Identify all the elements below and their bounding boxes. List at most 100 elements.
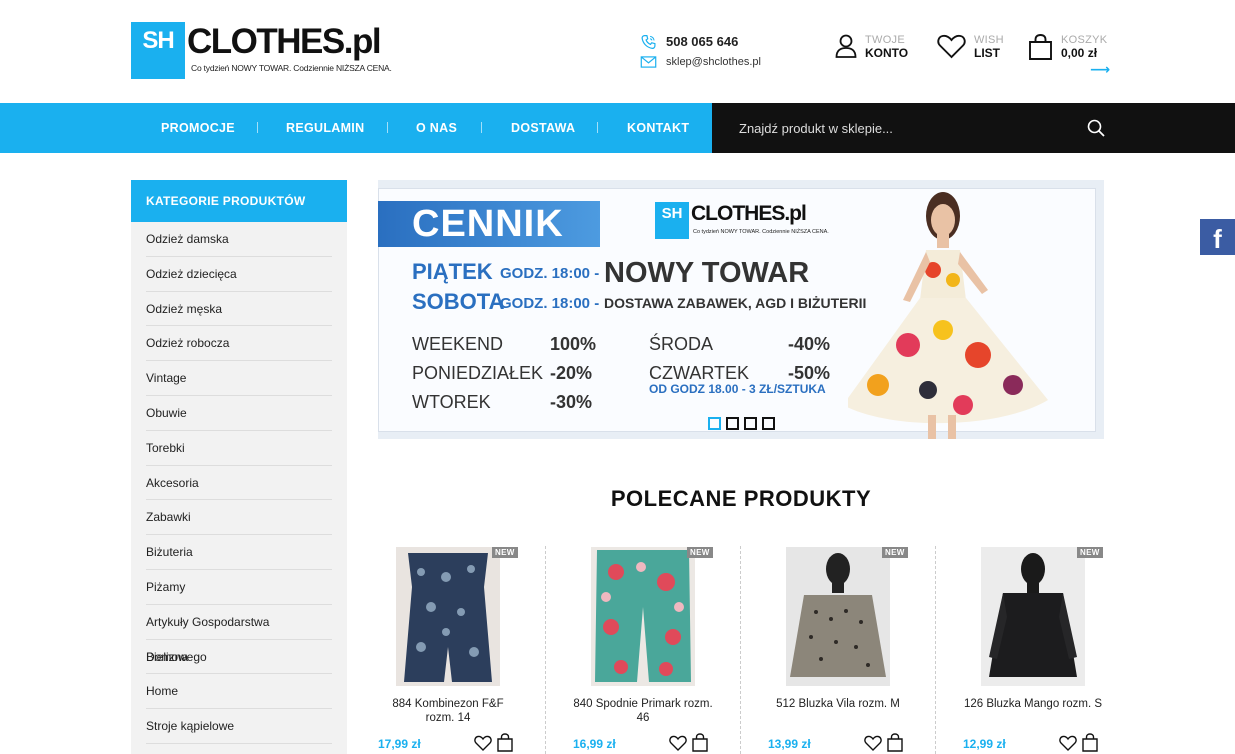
banner-day-friday: PIĄTEK <box>412 259 493 284</box>
nav-separator <box>481 122 482 133</box>
banner-delivery: DOSTAWA ZABAWEK, AGD I BIŻUTERII <box>604 295 867 311</box>
product-name[interactable]: 840 Spodnie Primark rozm. 46 <box>573 697 713 725</box>
mail-icon <box>640 55 657 68</box>
product-price: 16,99 zł <box>573 737 616 751</box>
sidebar-item-bielizna[interactable]: Bielizna <box>146 640 332 675</box>
account-label-small: TWOJE <box>865 34 905 46</box>
nav-separator <box>387 122 388 133</box>
site-header: SH CLOTHES.pl Co tydzień NOWY TOWAR. Cod… <box>0 0 1235 103</box>
arrow-right-icon[interactable]: ⟶ <box>1090 61 1110 78</box>
sidebar-item-odziez-robocza[interactable]: Odzież robocza <box>146 326 332 362</box>
contact-info: 508 065 646 sklep@shclothes.pl <box>640 32 761 72</box>
banner-weekend: WEEKEND <box>412 334 504 354</box>
sidebar-item-odziez-dziecieca[interactable]: Odzież dziecięca <box>146 257 332 292</box>
logo-tagline: Co tydzień NOWY TOWAR. Codziennie NIŻSZA… <box>191 63 392 73</box>
product-divider <box>935 546 936 754</box>
product-card[interactable]: NEW 126 Bluzka Mango rozm. S 12,99 zł <box>963 546 1139 754</box>
product-image[interactable] <box>786 547 890 686</box>
nav-separator <box>597 122 598 133</box>
banner-monday: PONIEDZIAŁEK <box>412 363 544 383</box>
search-icon[interactable] <box>1087 119 1105 137</box>
sidebar-item-bizuteria[interactable]: Biżuteria <box>146 535 332 570</box>
cart-total: 0,00 zł <box>1061 46 1098 60</box>
product-name[interactable]: 512 Bluzka Vila rozm. M <box>768 697 908 711</box>
wish-label-small: WISH <box>974 34 1004 46</box>
banner-tuesday-val: -30% <box>550 392 593 412</box>
product-image[interactable] <box>981 547 1085 686</box>
sidebar-item-zabawki[interactable]: Zabawki <box>146 500 332 536</box>
product-card[interactable]: NEW 884 Kombinezon F&F rozm. 14 17,99 zł <box>378 546 554 754</box>
site-logo[interactable]: SH CLOTHES.pl Co tydzień NOWY TOWAR. Cod… <box>131 22 392 79</box>
cart-icon[interactable] <box>1081 733 1099 752</box>
heart-icon <box>937 34 966 59</box>
banner-thursday-note: OD GODZ 18.00 - 3 ZŁ/SZTUKA <box>649 382 826 396</box>
cart-button[interactable]: KOSZYK 0,00 zł <box>1028 34 1107 61</box>
product-name[interactable]: 126 Bluzka Mango rozm. S <box>963 697 1103 711</box>
sidebar-item-akcesoria[interactable]: Akcesoria <box>146 466 332 501</box>
heart-icon[interactable] <box>474 734 492 752</box>
slider-dot-2[interactable] <box>726 417 739 430</box>
sidebar-title: KATEGORIE PRODUKTÓW <box>131 180 347 222</box>
slider-dot-4[interactable] <box>762 417 775 430</box>
heart-icon[interactable] <box>669 734 687 752</box>
slider-dot-3[interactable] <box>744 417 757 430</box>
product-divider <box>740 546 741 754</box>
nav-separator <box>257 122 258 133</box>
category-sidebar: KATEGORIE PRODUKTÓW Odzież damska Odzież… <box>131 180 347 754</box>
banner-logo-name: CLOTHES.pl <box>691 202 807 225</box>
nav-item-dostawa[interactable]: DOSTAWA <box>511 103 575 153</box>
facebook-icon[interactable]: f <box>1200 219 1235 255</box>
heart-icon[interactable] <box>1059 734 1077 752</box>
new-badge: NEW <box>1077 547 1103 558</box>
banner-wednesday: ŚRODA <box>649 334 714 354</box>
new-badge: NEW <box>492 547 518 558</box>
sidebar-item-stroje-kapielowe[interactable]: Stroje kąpielowe <box>146 709 332 744</box>
banner-new-goods: NOWY TOWAR <box>604 257 810 289</box>
sidebar-item-obuwie[interactable]: Obuwie <box>146 396 332 431</box>
email-address[interactable]: sklep@shclothes.pl <box>666 56 761 68</box>
promo-banner[interactable]: CENNIK SH CLOTHES.pl Co tydzień NOWY TOW… <box>378 180 1104 439</box>
shopping-bag-icon <box>1029 34 1052 60</box>
banner-tuesday: WTOREK <box>412 392 491 412</box>
logo-box: SH <box>131 22 185 79</box>
product-image[interactable] <box>591 547 695 686</box>
sidebar-item-odziez-damska[interactable]: Odzież damska <box>146 222 332 257</box>
sidebar-item-vintage[interactable]: Vintage <box>146 361 332 396</box>
cart-icon[interactable] <box>496 733 514 752</box>
cart-icon[interactable] <box>691 733 709 752</box>
search-bar <box>712 103 1235 153</box>
new-badge: NEW <box>882 547 908 558</box>
product-image[interactable] <box>396 547 500 686</box>
nav-item-kontakt[interactable]: KONTAKT <box>627 103 689 153</box>
account-label-big: KONTO <box>865 46 909 60</box>
sidebar-item-agd[interactable]: Artykuły Gospodarstwa Domowego <box>146 605 332 664</box>
sidebar-item-pizamy[interactable]: Piżamy <box>146 570 332 605</box>
product-divider <box>545 546 546 754</box>
main-nav: PROMOCJE REGULAMIN O NAS DOSTAWA KONTAKT <box>0 103 712 153</box>
banner-wednesday-val: -40% <box>788 334 831 354</box>
product-card[interactable]: NEW 840 Spodnie Primark rozm. 46 16,99 z… <box>573 546 749 754</box>
slider-dots <box>708 417 780 430</box>
sidebar-item-torebki[interactable]: Torebki <box>146 431 332 466</box>
product-card[interactable]: NEW 512 Bluzka Vila rozm. M 13,99 zł <box>768 546 944 754</box>
new-badge: NEW <box>687 547 713 558</box>
search-input[interactable] <box>739 103 1179 153</box>
account-button[interactable]: TWOJE KONTO <box>835 34 908 61</box>
slider-dot-1[interactable] <box>708 417 721 430</box>
product-price: 12,99 zł <box>963 737 1006 751</box>
sidebar-item-home[interactable]: Home <box>146 674 332 710</box>
nav-item-o-nas[interactable]: O NAS <box>416 103 457 153</box>
product-price: 13,99 zł <box>768 737 811 751</box>
phone-icon <box>641 34 656 49</box>
banner-time-saturday: GODZ. 18:00 - <box>500 295 600 312</box>
wishlist-button[interactable]: WISH LIST <box>937 34 1004 61</box>
phone-number[interactable]: 508 065 646 <box>666 34 738 49</box>
nav-item-regulamin[interactable]: REGULAMIN <box>286 103 364 153</box>
section-title: POLECANE PRODUKTY <box>610 486 872 511</box>
nav-item-promocje[interactable]: PROMOCJE <box>161 103 235 153</box>
product-name[interactable]: 884 Kombinezon F&F rozm. 14 <box>378 697 518 725</box>
cart-icon[interactable] <box>886 733 904 752</box>
product-price: 17,99 zł <box>378 737 421 751</box>
heart-icon[interactable] <box>864 734 882 752</box>
sidebar-item-odziez-meska[interactable]: Odzież męska <box>146 292 332 327</box>
